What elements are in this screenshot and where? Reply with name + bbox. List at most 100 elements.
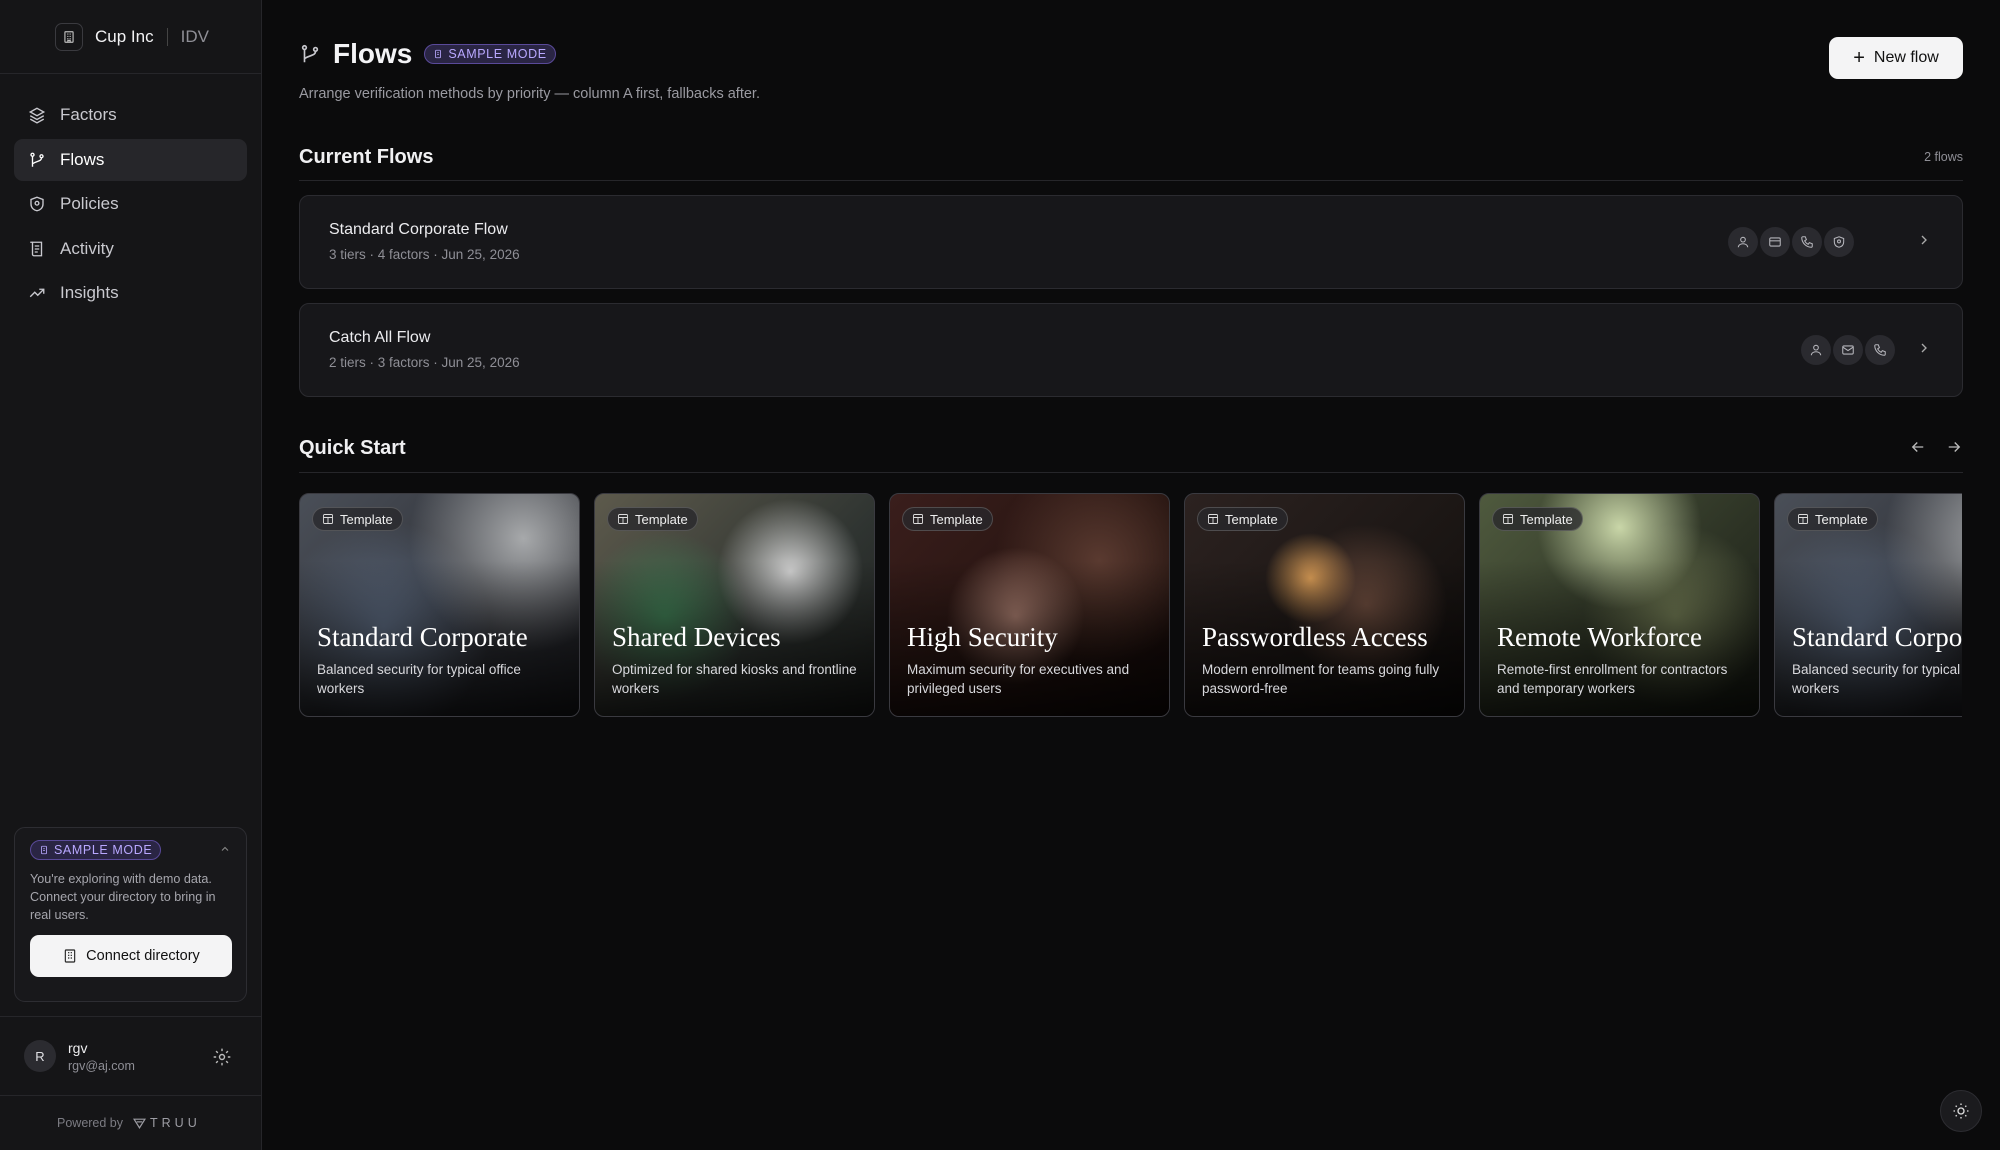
template-title: Passwordless Access <box>1202 622 1428 652</box>
page-description: Arrange verification methods by priority… <box>299 86 760 102</box>
new-flow-button[interactable]: + New flow <box>1829 37 1963 79</box>
connect-directory-label: Connect directory <box>86 948 200 964</box>
section-divider <box>299 180 1963 181</box>
user-name: rgv <box>68 1039 88 1056</box>
template-badge: Template <box>1492 507 1583 531</box>
sidebar-item-insights[interactable]: Insights <box>14 272 247 314</box>
truu-mark-icon <box>133 1118 147 1129</box>
phone-icon <box>1792 227 1822 257</box>
template-icon <box>913 514 923 524</box>
phone-icon <box>1865 335 1895 365</box>
template-icon <box>1503 514 1513 524</box>
sidebar-item-policies[interactable]: Policies <box>14 183 247 225</box>
chevron-up-icon[interactable] <box>219 843 231 858</box>
flow-meta: 2 tiers · 3 factors · Jun 25, 2026 <box>329 355 520 370</box>
building-icon <box>64 949 76 963</box>
org-product: IDV <box>180 26 209 46</box>
page-header: Flows SAMPLE MODE <box>299 38 556 70</box>
template-badge: Template <box>902 507 993 531</box>
template-icon <box>323 514 333 524</box>
theme-toggle-button[interactable] <box>1940 1090 1982 1132</box>
card-icon <box>1760 227 1790 257</box>
template-card-standard-corporate[interactable]: Template Standard Corporate Balanced sec… <box>299 493 580 717</box>
template-card-passwordless-access[interactable]: Template Passwordless Access Modern enro… <box>1184 493 1465 717</box>
template-title: Standard Corporate <box>1792 622 1962 652</box>
template-description: Balanced security for typical office wor… <box>317 662 521 696</box>
user-email: rgv@aj.com <box>68 1058 135 1073</box>
sidebar-item-label: Insights <box>60 283 119 303</box>
plus-icon: + <box>1853 47 1865 69</box>
mail-icon <box>1833 335 1863 365</box>
org-name: Cup Inc <box>95 26 154 46</box>
template-title: High Security <box>907 622 1058 652</box>
flow-card[interactable]: Standard Corporate Flow 3 tiers · 4 fact… <box>299 195 1963 289</box>
sidebar-nav: Factors Flows Policies Activity Insights <box>14 94 247 317</box>
sample-badge-label: SAMPLE MODE <box>54 843 153 857</box>
template-badge: Template <box>312 507 403 531</box>
template-title: Standard Corporate <box>317 622 528 652</box>
shield-icon <box>1824 227 1854 257</box>
sample-mode-badge: SAMPLE MODE <box>424 44 556 64</box>
person-icon <box>1728 227 1758 257</box>
template-badge: Template <box>1787 507 1878 531</box>
template-badge-label: Template <box>635 511 688 527</box>
flow-icon <box>30 152 44 167</box>
layers-icon <box>28 107 46 124</box>
page-title: Flows <box>333 38 413 69</box>
sidebar-item-label: Flows <box>60 149 105 169</box>
template-badge: Template <box>1197 507 1288 531</box>
connect-directory-button[interactable]: Connect directory <box>30 935 232 977</box>
powered-by-label: Powered by <box>57 1116 124 1130</box>
sidebar: Cup Inc IDV Factors Flows Policies Activ… <box>0 0 262 1150</box>
template-description: Modern enrollment for teams going fully … <box>1202 662 1440 696</box>
template-description: Remote-first enrollment for contractors … <box>1497 662 1728 696</box>
org-switcher[interactable]: Cup Inc IDV <box>0 0 261 74</box>
template-badge-label: Template <box>1815 511 1868 527</box>
flow-meta: 3 tiers · 4 factors · Jun 25, 2026 <box>329 247 520 262</box>
sidebar-item-label: Activity <box>60 238 114 258</box>
new-flow-label: New flow <box>1873 49 1939 66</box>
sample-mode-badge: SAMPLE MODE <box>30 840 162 860</box>
page-badge-label: SAMPLE MODE <box>448 47 547 61</box>
flow-name: Catch All Flow <box>329 329 431 346</box>
sidebar-item-label: Factors <box>60 105 117 124</box>
truu-brand: TRUU <box>150 1116 201 1130</box>
arrow-left-icon[interactable] <box>1909 438 1927 456</box>
activity-log-icon <box>30 241 43 257</box>
building-icon <box>55 22 83 51</box>
flow-icon <box>301 44 319 63</box>
template-description: Optimized for shared kiosks and frontlin… <box>612 662 857 696</box>
section-divider <box>299 472 1963 473</box>
chevron-right-icon <box>1921 235 1927 245</box>
sidebar-item-flows[interactable]: Flows <box>14 138 247 181</box>
sidebar-item-activity[interactable]: Activity <box>14 228 247 270</box>
sidebar-item-factors[interactable]: Factors <box>14 94 247 136</box>
template-card-shared-devices[interactable]: Template Shared Devices Optimized for sh… <box>594 493 875 717</box>
sample-mode-card: SAMPLE MODE You're exploring with demo d… <box>14 827 247 1002</box>
sun-icon <box>1953 1103 1969 1119</box>
avatar: R <box>24 1040 56 1072</box>
template-badge-label: Template <box>340 511 393 527</box>
template-card-standard-corporate-repeat[interactable]: Template Standard Corporate Balanced sec… <box>1774 493 1962 717</box>
chevron-right-icon <box>1921 343 1927 353</box>
flows-count: 2 flows <box>1924 150 1963 164</box>
current-flows-title: Current Flows <box>299 146 434 168</box>
template-icon <box>1208 514 1218 524</box>
template-icon <box>618 514 628 524</box>
sample-mode-text: You're exploring with demo data. Connect… <box>30 872 216 922</box>
person-icon <box>1801 335 1831 365</box>
template-badge-label: Template <box>1225 511 1278 527</box>
flow-card[interactable]: Catch All Flow 2 tiers · 3 factors · Jun… <box>299 303 1963 397</box>
quick-start-title: Quick Start <box>299 437 406 459</box>
user-profile[interactable]: R rgv rgv@aj.com <box>0 1016 262 1096</box>
sidebar-item-label: Policies <box>60 194 119 214</box>
template-card-high-security[interactable]: Template High Security Maximum security … <box>889 493 1170 717</box>
arrow-right-icon[interactable] <box>1945 438 1963 456</box>
gear-icon[interactable] <box>212 1047 232 1067</box>
truu-logo: TRUU <box>133 1116 201 1130</box>
template-badge: Template <box>607 507 698 531</box>
template-card-remote-workforce[interactable]: Template Remote Workforce Remote-first e… <box>1479 493 1760 717</box>
flow-name: Standard Corporate Flow <box>329 221 508 238</box>
powered-by: Powered by TRUU <box>57 1116 201 1130</box>
template-title: Remote Workforce <box>1497 622 1703 652</box>
